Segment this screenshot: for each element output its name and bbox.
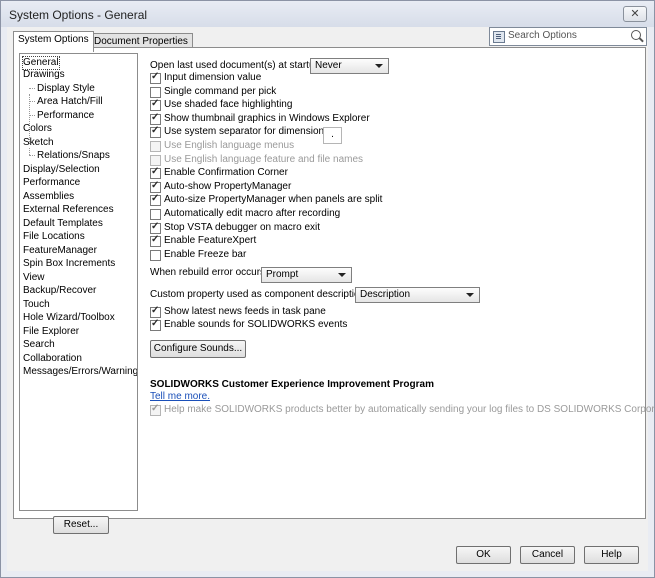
close-button[interactable]: ✕	[623, 6, 647, 22]
cancel-button[interactable]: Cancel	[520, 546, 575, 564]
tree-item-spin-box-increments[interactable]: Spin Box Increments	[23, 258, 115, 270]
separator-field[interactable]: .	[323, 127, 342, 144]
option-label: Auto-show PropertyManager	[164, 181, 292, 192]
system-options-dialog: System Options - General ✕ System Option…	[0, 0, 655, 578]
option-checkbox[interactable]	[150, 250, 161, 261]
open-last-dropdown[interactable]: Never	[310, 58, 389, 74]
tree-branch-line	[29, 101, 35, 102]
option-label: Auto-size PropertyManager when panels ar…	[164, 194, 383, 205]
option-checkbox[interactable]	[150, 209, 161, 220]
tree-item-search[interactable]: Search	[23, 339, 55, 351]
option-label: Use shaded face highlighting	[164, 99, 293, 110]
options-tree[interactable]: General Drawings Display Style Area Hatc…	[19, 53, 138, 511]
reset-button[interactable]: Reset...	[53, 516, 109, 534]
ceip-tell-me-more-link[interactable]: Tell me more.	[150, 391, 210, 402]
rebuild-error-label: When rebuild error occurs:	[150, 267, 268, 278]
configure-sounds-button[interactable]: Configure Sounds...	[150, 340, 246, 358]
tree-item-relations-snaps[interactable]: Relations/Snaps	[37, 150, 110, 162]
tree-item-view[interactable]: View	[23, 272, 45, 284]
ceip-label: Help make SOLIDWORKS products better by …	[164, 404, 655, 415]
tree-branch-line	[29, 88, 35, 89]
option-checkbox[interactable]	[150, 166, 161, 179]
ceip-checkbox	[150, 403, 161, 416]
option-checkbox[interactable]	[150, 234, 161, 247]
open-last-label: Open last used document(s) at startup:	[150, 60, 323, 71]
tree-item-messages-errors-warnings[interactable]: Messages/Errors/Warnings	[23, 366, 137, 378]
option-label: Use English language menus	[164, 140, 295, 151]
search-icon[interactable]	[631, 30, 641, 40]
option-checkbox[interactable]	[150, 112, 161, 125]
tree-item-hole-wizard-toolbox[interactable]: Hole Wizard/Toolbox	[23, 312, 115, 324]
tree-branch-line	[29, 155, 35, 156]
option-label: Stop VSTA debugger on macro exit	[164, 222, 321, 233]
tree-item-touch[interactable]: Touch	[23, 299, 50, 311]
option-checkbox[interactable]	[150, 87, 161, 98]
tree-guide-sketch	[29, 148, 30, 155]
tree-item-collaboration[interactable]: Collaboration	[23, 353, 82, 365]
option-label: Use English language feature and file na…	[164, 154, 364, 165]
tree-item-drawings[interactable]: Drawings	[23, 69, 65, 81]
option-checkbox[interactable]	[150, 98, 161, 111]
option-label: Enable FeatureXpert	[164, 235, 257, 246]
rebuild-error-value: Prompt	[266, 269, 299, 280]
tree-item-file-explorer[interactable]: File Explorer	[23, 326, 79, 338]
option-label: Single command per pick	[164, 86, 277, 97]
show-news-feeds-label: Show latest news feeds in task pane	[164, 306, 326, 317]
tree-item-drawings-performance[interactable]: Performance	[37, 110, 94, 122]
dialog-client: System Options Document Properties Gener…	[7, 27, 655, 571]
help-button[interactable]: Help	[584, 546, 639, 564]
tree-item-file-locations[interactable]: File Locations	[23, 231, 85, 243]
open-last-value: Never	[315, 60, 342, 71]
option-label: Automatically edit macro after recording	[164, 208, 341, 219]
ceip-heading: SOLIDWORKS Customer Experience Improveme…	[150, 379, 434, 390]
option-checkbox[interactable]	[150, 221, 161, 234]
chevron-down-icon	[375, 64, 383, 68]
custom-property-value: Description	[360, 289, 411, 300]
tree-item-assemblies[interactable]: Assemblies	[23, 191, 74, 203]
tree-item-colors[interactable]: Colors	[23, 123, 52, 135]
tab-system-options[interactable]: System Options	[13, 31, 94, 52]
enable-sounds-label: Enable sounds for SOLIDWORKS events	[164, 319, 348, 330]
chevron-down-icon	[338, 273, 346, 277]
option-checkbox	[150, 155, 161, 166]
search-options[interactable]	[489, 27, 647, 46]
custom-property-label: Custom property used as component descri…	[150, 289, 368, 300]
option-checkbox[interactable]	[150, 125, 161, 138]
tree-item-featuremanager[interactable]: FeatureManager	[23, 245, 97, 257]
option-label: Enable Freeze bar	[164, 249, 247, 260]
option-checkbox[interactable]	[150, 193, 161, 206]
tree-item-performance[interactable]: Performance	[23, 177, 80, 189]
option-label: Enable Confirmation Corner	[164, 167, 288, 178]
tree-item-display-style[interactable]: Display Style	[37, 83, 95, 95]
rebuild-error-dropdown[interactable]: Prompt	[261, 267, 352, 283]
tree-item-backup-recover[interactable]: Backup/Recover	[23, 285, 96, 297]
option-label: Use system separator for dimensions	[164, 126, 330, 137]
tree-branch-line	[29, 115, 35, 116]
option-label: Input dimension value	[164, 72, 262, 83]
tree-item-display-selection[interactable]: Display/Selection	[23, 164, 100, 176]
enable-sounds-checkbox[interactable]	[150, 318, 161, 331]
option-checkbox[interactable]	[150, 180, 161, 193]
title-bar: System Options - General ✕	[1, 1, 654, 27]
window-title: System Options - General	[9, 8, 148, 22]
ok-button[interactable]: OK	[456, 546, 511, 564]
tree-item-external-references[interactable]: External References	[23, 204, 114, 216]
tree-item-area-hatch-fill[interactable]: Area Hatch/Fill	[37, 96, 103, 108]
custom-property-dropdown[interactable]: Description	[355, 287, 480, 303]
option-label: Show thumbnail graphics in Windows Explo…	[164, 113, 370, 124]
search-scope-icon[interactable]	[493, 31, 505, 43]
option-checkbox[interactable]	[150, 71, 161, 84]
option-checkbox	[150, 141, 161, 152]
tree-item-sketch[interactable]: Sketch	[23, 137, 54, 149]
tree-item-general[interactable]: General	[22, 56, 60, 70]
tree-item-default-templates[interactable]: Default Templates	[23, 218, 103, 230]
show-news-feeds-checkbox[interactable]	[150, 305, 161, 318]
chevron-down-icon	[466, 293, 474, 297]
search-input[interactable]	[508, 29, 624, 42]
